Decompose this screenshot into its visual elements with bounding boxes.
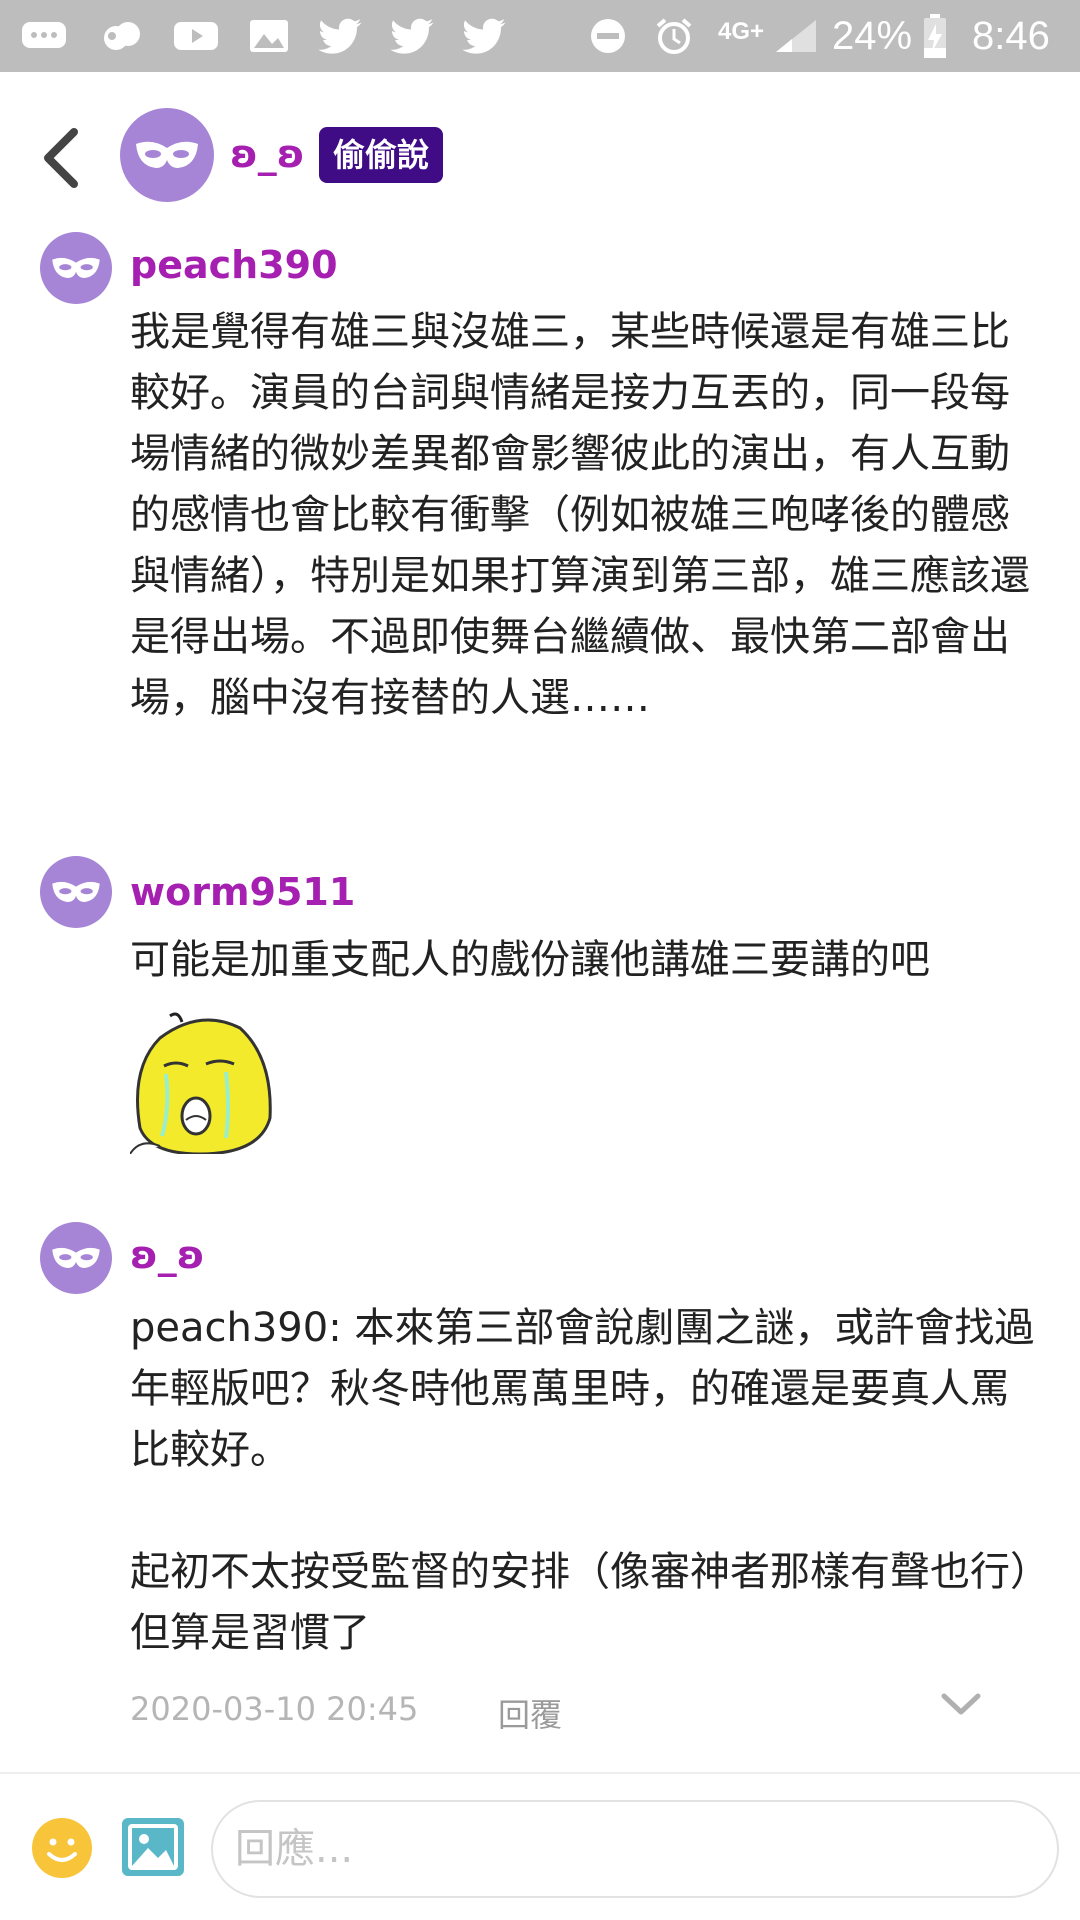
battery-percent: 24% bbox=[832, 14, 913, 58]
timestamp: 2020-03-10 20:45 bbox=[130, 1690, 419, 1728]
reply-button[interactable]: 回覆 bbox=[498, 1690, 562, 1736]
image-upload-button[interactable] bbox=[122, 1818, 184, 1876]
header-username: ʚ_ʚ bbox=[230, 132, 305, 176]
network-type: 4G+ bbox=[718, 18, 765, 45]
battery-icon bbox=[924, 14, 946, 58]
clock: 8:46 bbox=[972, 14, 1050, 58]
do-not-disturb-icon bbox=[591, 19, 625, 53]
avatar[interactable] bbox=[40, 232, 112, 304]
chevron-down-icon[interactable] bbox=[940, 1690, 982, 1720]
emoji-button[interactable] bbox=[32, 1818, 92, 1878]
divider bbox=[0, 1772, 1080, 1774]
comment-text: peach390: 本來第三部會說劇團之謎，或許會找過年輕版吧？秋冬時他罵萬里時… bbox=[130, 1305, 1035, 1656]
mask-icon bbox=[52, 1247, 100, 1268]
comment-username[interactable]: peach390 bbox=[130, 243, 338, 287]
reply-input[interactable] bbox=[211, 1800, 1059, 1898]
cloud-icon bbox=[104, 22, 140, 50]
status-bar: 4G+ 24% 8:46 bbox=[0, 0, 1080, 72]
twitter-icon bbox=[390, 18, 434, 54]
mask-icon bbox=[52, 257, 100, 278]
avatar[interactable] bbox=[40, 1222, 112, 1294]
signal-icon bbox=[776, 20, 816, 52]
comment-username[interactable]: ʚ_ʚ bbox=[130, 1233, 205, 1277]
gallery-icon bbox=[250, 20, 288, 52]
mask-icon bbox=[136, 141, 198, 168]
image-icon bbox=[128, 1824, 178, 1870]
mask-icon bbox=[52, 881, 100, 902]
twitter-icon bbox=[462, 18, 506, 54]
youtube-icon bbox=[174, 22, 218, 50]
anonymous-badge: 偷偷說 bbox=[319, 127, 444, 183]
avatar[interactable] bbox=[40, 856, 112, 928]
chat-icon bbox=[22, 22, 66, 48]
comment-text: 可能是加重支配人的戲份讓他講雄三要講的吧 bbox=[130, 937, 930, 983]
header-avatar[interactable] bbox=[120, 108, 214, 202]
back-arrow-icon[interactable] bbox=[36, 126, 88, 190]
smiley-icon bbox=[47, 1838, 77, 1862]
crying-face-sticker[interactable] bbox=[130, 1008, 273, 1154]
twitter-icon bbox=[318, 18, 362, 54]
comment-username[interactable]: worm9511 bbox=[130, 870, 355, 914]
alarm-icon bbox=[656, 18, 692, 54]
comment-text: 我是覺得有雄三與沒雄三，某些時候還是有雄三比較好。演員的台詞與情緒是接力互丟的，… bbox=[130, 309, 1030, 721]
